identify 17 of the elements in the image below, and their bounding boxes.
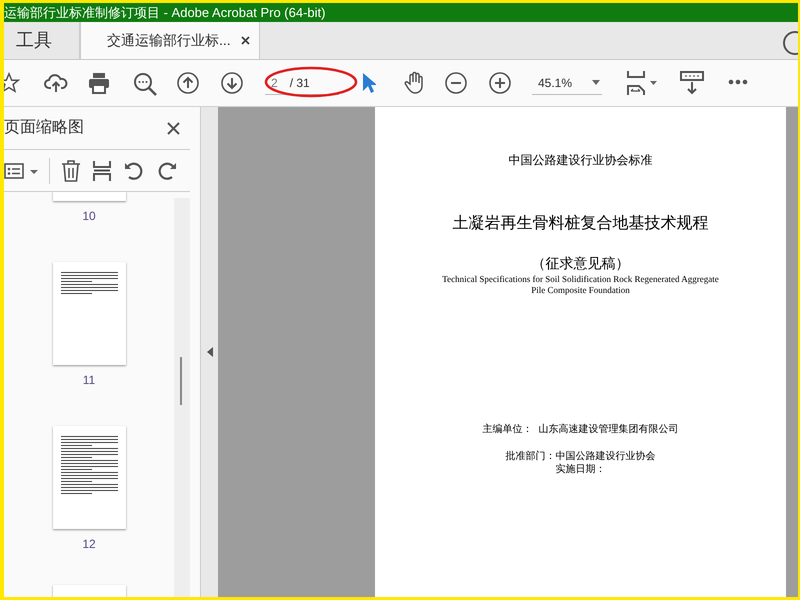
total-pages: / 31	[290, 74, 310, 92]
panel-title: 页面缩略图	[4, 118, 84, 138]
page-number-label: 11	[82, 372, 96, 389]
document-title: 土凝岩再生骨料桩复合地基技术规程	[452, 214, 708, 234]
current-page: 2	[271, 74, 278, 92]
approver-line: 批准部门：中国公路建设行业协会	[506, 450, 656, 463]
window-title: 运输部行业标准制修订项目 - Adobe Acrobat Pro (64-bit)	[4, 4, 326, 22]
editor-line: 主编单位： 山东高速建设管理集团有限公司	[482, 424, 678, 436]
document-header: 中国公路建设行业协会标准	[508, 153, 652, 168]
english-title: Pile Composite Foundation	[531, 284, 630, 296]
date-line: 实施日期：	[556, 464, 606, 476]
document-tab[interactable]: 交通运输部行业标...	[80, 22, 260, 59]
page-number-label: 12	[82, 536, 96, 553]
document-subtitle: （征求意见稿）	[532, 256, 630, 274]
zoom-dropdown[interactable]: 45.1%	[532, 71, 602, 95]
english-title: Technical Specifications for Soil Solidification Rock Regenerated Aggregate	[442, 274, 719, 285]
page-number-label: 10	[82, 208, 96, 225]
